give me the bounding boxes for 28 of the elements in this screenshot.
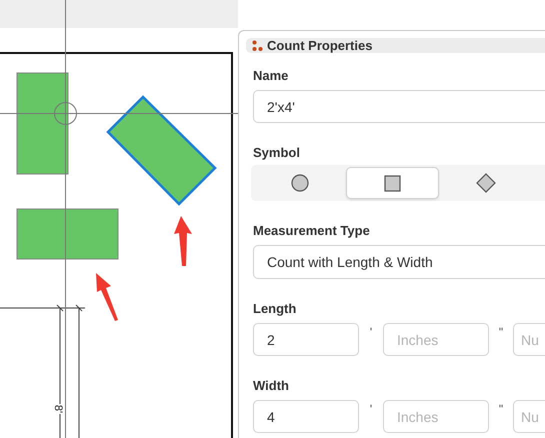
dots-icon — [252, 40, 263, 52]
number-input[interactable]: Nu — [513, 400, 545, 433]
number-input[interactable]: Nu — [513, 323, 545, 356]
feet-mark: ' — [368, 324, 374, 339]
inches-input[interactable]: Inches — [383, 400, 489, 433]
inches-mark: " — [498, 324, 504, 339]
field-label: Measurement Type — [253, 223, 371, 238]
dimension-label: 8' — [52, 404, 64, 414]
arrow-annotation — [174, 216, 192, 266]
arrow-annotation — [96, 273, 118, 321]
diamond-icon — [476, 173, 496, 193]
measurement-type-select[interactable]: Count with Length & Width — [253, 245, 545, 279]
name-input[interactable]: 2'x4' — [253, 90, 545, 123]
inches-input[interactable]: Inches — [383, 323, 489, 356]
circle-icon — [290, 174, 308, 192]
rectangle-marker[interactable] — [16, 208, 118, 260]
rectangle-marker[interactable] — [16, 72, 68, 174]
field-label: Name — [253, 68, 290, 83]
field-label: Length — [253, 301, 298, 316]
panel-title: Count Properties — [267, 38, 372, 53]
feet-mark: ' — [368, 401, 374, 416]
square-icon — [384, 174, 401, 192]
feet-input[interactable]: 2 — [253, 323, 359, 356]
field-label: Symbol — [253, 145, 301, 160]
inches-mark: " — [498, 401, 504, 416]
feet-input[interactable]: 4 — [253, 400, 359, 433]
symbol-option[interactable] — [346, 167, 439, 199]
field-label: Width — [253, 378, 290, 393]
